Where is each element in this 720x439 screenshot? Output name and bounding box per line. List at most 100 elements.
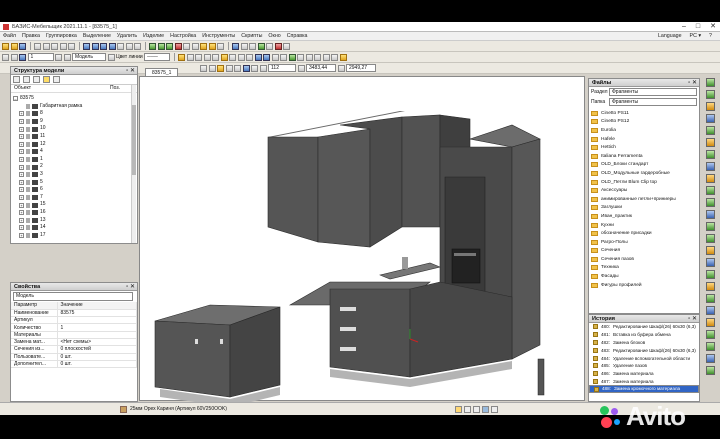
tree-item[interactable]: +1 [13, 156, 133, 164]
dimension-icon[interactable] [183, 42, 190, 50]
layer-icon[interactable] [232, 42, 239, 50]
text-icon[interactable] [246, 53, 254, 61]
tool-icon[interactable] [705, 186, 715, 195]
tree-item[interactable]: +13 [13, 217, 133, 225]
tool-icon[interactable] [705, 174, 715, 183]
copy-move-icon[interactable] [263, 53, 271, 61]
menu-edit[interactable]: Правка [22, 33, 40, 39]
expand-icon[interactable]: + [19, 202, 24, 208]
snap-center-icon[interactable] [217, 64, 224, 72]
snap-toggle-icon[interactable] [455, 406, 462, 413]
property-value[interactable] [57, 316, 137, 325]
menu-product[interactable]: Изделие [143, 33, 164, 39]
expand-icon[interactable]: + [19, 126, 24, 132]
open-folder-icon[interactable] [10, 42, 18, 50]
lock-icon[interactable] [26, 225, 30, 231]
history-item[interactable]: 480: Редактирование Шкаф\(26) 60х30 (6,3) [589, 323, 699, 331]
file-folder-item[interactable]: Cinetto PS12 [591, 118, 697, 127]
render-toggle-icon[interactable] [491, 406, 498, 413]
layer-lock-icon[interactable] [19, 53, 26, 61]
file-folder-item[interactable]: OLD_Модульные гардеробные [591, 169, 697, 178]
property-row[interactable]: Замена мат... <Нет схемы> [11, 338, 137, 347]
lock-icon[interactable] [26, 103, 30, 109]
lock-icon[interactable] [26, 149, 30, 155]
tool-icon[interactable] [705, 198, 715, 207]
tool-icon[interactable] [705, 354, 715, 363]
redo-icon[interactable] [68, 42, 75, 50]
tree-item[interactable]: +3 [13, 171, 133, 179]
tool-icon[interactable] [705, 102, 715, 111]
move-icon[interactable] [254, 53, 262, 61]
tree-expand-icon[interactable] [23, 76, 30, 83]
file-folder-item[interactable]: Фасады [591, 272, 697, 281]
file-folder-item[interactable]: Рагро-Полы [591, 238, 697, 247]
view-iso-icon[interactable] [108, 42, 116, 50]
property-value[interactable]: 1 [57, 323, 137, 332]
property-row[interactable]: Наименование 83575 [11, 309, 137, 318]
coord-x-field[interactable]: 112 [268, 64, 296, 72]
material-icon[interactable] [257, 42, 265, 50]
lock-icon[interactable] [26, 187, 30, 193]
tree-item[interactable]: +17 [13, 232, 133, 240]
history-item[interactable]: 488: Замена кромочного материала [589, 385, 699, 394]
file-folder-item[interactable]: Сечения пазов [591, 255, 697, 264]
view-top-icon[interactable] [91, 42, 99, 50]
properties-selector[interactable]: Модель [13, 292, 133, 301]
expand-icon[interactable]: + [19, 119, 24, 125]
expand-icon[interactable]: + [19, 195, 24, 201]
tree-item[interactable]: +8 [13, 110, 133, 118]
cut-icon[interactable] [34, 42, 41, 50]
x-axis-icon[interactable] [259, 64, 267, 72]
trim-icon[interactable] [297, 53, 305, 61]
maximize-button[interactable]: □ [696, 23, 700, 31]
layer-filter-icon[interactable] [63, 53, 71, 61]
file-folder-item[interactable]: Кухни [591, 221, 697, 230]
tree-item[interactable]: +12 [13, 141, 133, 149]
tool-icon[interactable] [705, 258, 715, 267]
pan-icon[interactable] [125, 42, 133, 50]
paste-icon[interactable] [51, 42, 58, 50]
line-icon[interactable] [186, 53, 194, 61]
tool-icon[interactable] [705, 246, 715, 255]
lock-icon[interactable] [26, 232, 30, 238]
tree-item[interactable]: +7 [13, 194, 133, 202]
section-select[interactable]: Фрагменты [609, 88, 697, 96]
settings-icon[interactable] [283, 42, 290, 50]
3d-viewport[interactable] [139, 76, 585, 407]
tree-item[interactable]: +15 [13, 201, 133, 209]
close-icon[interactable]: ▫ ✕ [688, 315, 697, 323]
y-axis-icon[interactable] [297, 64, 305, 72]
snap-mid-icon[interactable] [208, 64, 216, 72]
line-style-select[interactable]: ─── [144, 53, 171, 61]
lock-icon[interactable] [26, 134, 30, 140]
property-value[interactable]: 0 плоскостей [57, 345, 137, 354]
undo-icon[interactable] [59, 42, 67, 50]
fillet-icon[interactable] [314, 53, 322, 61]
tool-icon[interactable] [705, 90, 715, 99]
ortho-toggle-icon[interactable] [473, 406, 480, 413]
tree-scrollbar[interactable] [131, 85, 136, 243]
tool-icon[interactable] [705, 366, 715, 375]
lock-icon[interactable] [26, 217, 30, 223]
file-folder-item[interactable]: Hafele [591, 135, 697, 144]
ucs-icon[interactable] [242, 64, 250, 72]
folder-select[interactable]: Фрагменты [609, 98, 697, 106]
file-folder-item[interactable]: OLD_Петли Blum Clip top [591, 178, 697, 187]
expand-icon[interactable]: + [19, 187, 24, 193]
property-row[interactable]: Артикул [11, 316, 137, 325]
expand-icon[interactable]: + [19, 149, 24, 155]
history-item[interactable]: 481: Вставка из буфера обмена [589, 331, 699, 339]
check-icon[interactable] [274, 42, 282, 50]
lock-icon[interactable] [26, 157, 30, 163]
lock-icon[interactable] [26, 179, 30, 185]
extrude-icon[interactable] [288, 53, 296, 61]
tree-item[interactable]: +14 [13, 224, 133, 232]
snap-end-icon[interactable] [200, 64, 207, 72]
tree-item[interactable]: +4 [13, 148, 133, 156]
tree-item[interactable]: +16 [13, 209, 133, 217]
file-folder-item[interactable]: Аксессуары [591, 186, 697, 195]
tool-icon[interactable] [705, 306, 715, 315]
expand-icon[interactable]: + [19, 172, 24, 178]
expand-icon[interactable]: + [19, 141, 24, 147]
property-row[interactable]: Дополнител... 0 шт. [11, 360, 137, 369]
